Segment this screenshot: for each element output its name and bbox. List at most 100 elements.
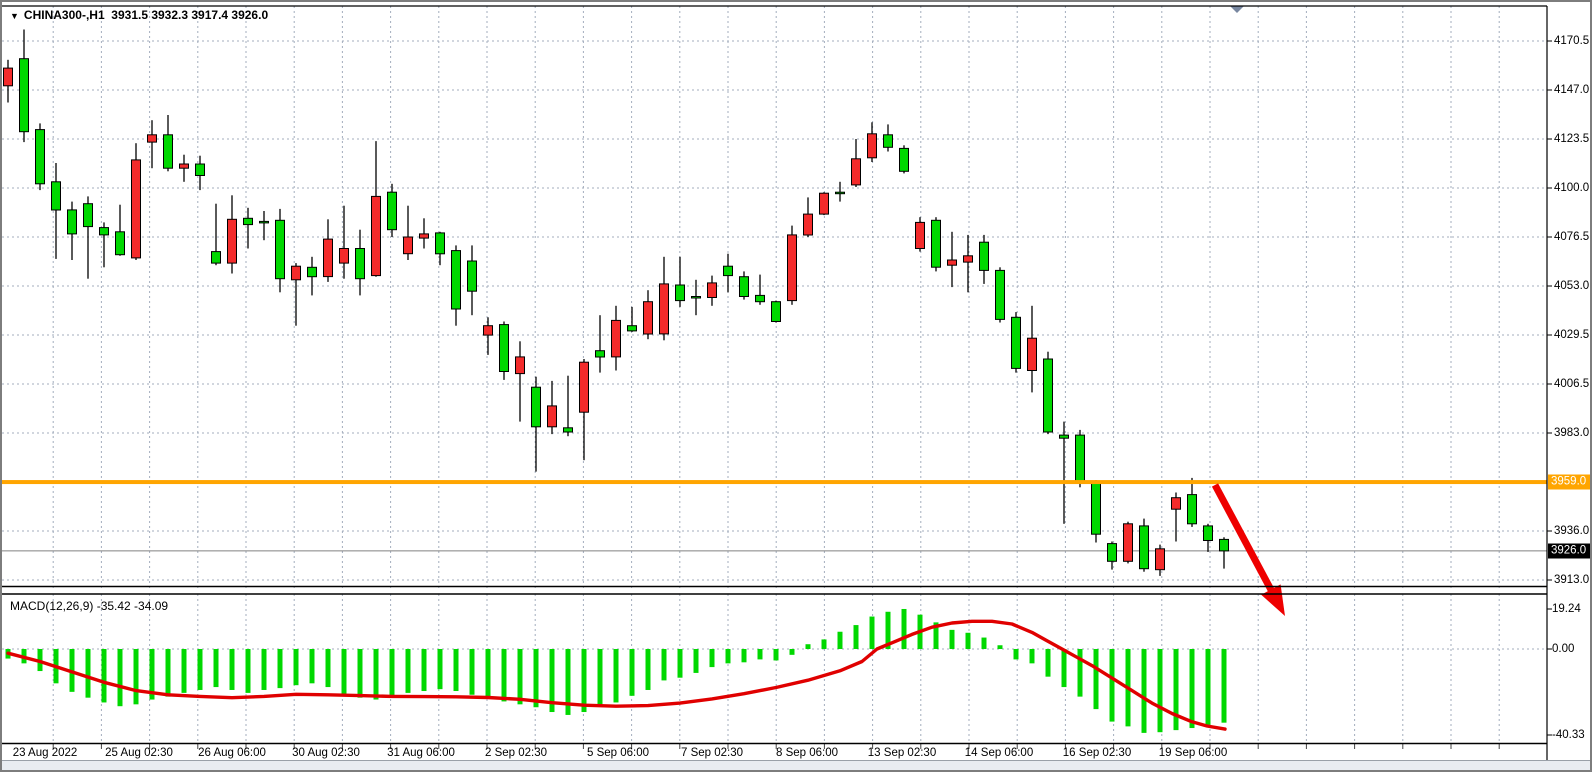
candle-body [164,135,173,168]
macd-bar [390,649,395,697]
header-ohlc-values: 3931.5 3932.3 3917.4 3926.0 [111,8,268,22]
macd-bar [678,649,683,678]
price-axis-label: 4029.5 [1554,329,1589,341]
macd-bar [454,649,459,691]
candle-body [404,237,413,254]
price-axis-label: 4100.0 [1554,182,1589,194]
price-axis-label: 3913.0 [1554,574,1589,586]
candle-body [324,239,333,277]
time-axis-label: 25 Aug 02:30 [105,747,173,759]
candle-body [4,68,13,86]
window-bottom-strip [2,760,1592,772]
candle-body [1172,498,1181,510]
price-axis-label: 4147.0 [1554,84,1589,96]
macd-bar [982,638,987,649]
candlestick-series [4,30,1229,576]
candle-body [52,182,61,210]
macd-bar [822,639,827,649]
macd-bar [998,645,1003,649]
chart-shift-marker-icon[interactable] [1230,6,1244,13]
candle-body [84,204,93,227]
price-axis-label: 4076.5 [1554,231,1589,243]
chart-window: ▼ CHINA300-,H1 3931.5 3932.3 3917.4 3926.… [0,0,1592,772]
macd-axis-label: 19.24 [1552,603,1581,615]
candle-body [372,196,381,275]
macd-bar [134,649,139,704]
macd-bar [166,649,171,697]
time-axis-label: 26 Aug 06:00 [198,747,266,759]
macd-bar [854,625,859,649]
macd-bar [278,649,283,688]
time-axis-label: 14 Sep 06:00 [965,747,1033,759]
candle-body [36,130,45,184]
candle-body [228,219,237,263]
candle-body [1140,526,1149,569]
macd-histogram [6,609,1227,733]
macd-bar [710,649,715,667]
orange-level-price-badge: 3959.0 [1548,475,1592,490]
symbol-timeframe-label: CHINA300-,H1 [24,8,105,22]
time-axis-label: 7 Sep 02:30 [681,747,743,759]
candle-body [1156,549,1165,570]
macd-bar [470,649,475,695]
candle-body [724,266,733,275]
macd-bar [534,649,539,707]
time-axis-label: 31 Aug 06:00 [387,747,455,759]
macd-bar [310,649,315,683]
candle-body [804,214,813,235]
macd-bar [774,649,779,660]
chart-header: ▼ CHINA300-,H1 3931.5 3932.3 3917.4 3926.… [10,8,268,22]
candle-body [68,210,77,234]
candle-body [612,320,621,357]
candle-body [676,285,685,301]
chevron-down-icon[interactable]: ▼ [10,11,19,21]
macd-bar [246,649,251,693]
macd-bar [758,649,763,659]
price-chart-canvas[interactable] [2,2,1592,772]
macd-bar [486,649,491,699]
macd-axis-label: 0.00 [1552,643,1574,655]
candle-body [244,218,253,224]
candle-body [900,148,909,171]
macd-bar [662,649,667,680]
candle-body [1188,495,1197,524]
candle-body [596,351,605,357]
macd-bar [950,630,955,649]
time-axis-label: 5 Sep 06:00 [587,747,649,759]
price-axis-label: 4053.0 [1554,280,1589,292]
candle-body [484,326,493,335]
macd-bar [342,649,347,694]
orange-resistance-line[interactable] [2,480,1547,484]
candle-body [932,220,941,267]
macd-bar [1206,649,1211,725]
candle-body [772,302,781,322]
macd-bar [406,649,411,693]
price-axis-label: 3936.0 [1554,525,1589,537]
candle-body [212,252,221,264]
macd-bar [1110,649,1115,722]
candle-body [948,260,957,265]
candle-body [548,406,557,427]
candle-body [1124,524,1133,562]
macd-bar [1014,649,1019,659]
macd-bar [790,649,795,655]
candle-body [756,295,765,301]
candle-body [964,256,973,262]
time-axis-label: 16 Sep 02:30 [1063,747,1131,759]
candle-body [820,193,829,214]
candle-body [996,270,1005,319]
macd-bar [694,649,699,673]
macd-bar [1190,649,1195,728]
candle-body [660,284,669,334]
macd-bar [1094,649,1099,709]
candle-body [580,362,589,412]
macd-bar [838,632,843,649]
candle-body [308,267,317,276]
time-axis-label: 13 Sep 02:30 [868,747,936,759]
time-axis-label: 23 Aug 2022 [13,747,78,759]
macd-bar [582,649,587,712]
macd-bar [118,649,123,706]
candle-body [916,222,925,248]
candle-body [564,428,573,432]
macd-bar [1062,649,1067,687]
